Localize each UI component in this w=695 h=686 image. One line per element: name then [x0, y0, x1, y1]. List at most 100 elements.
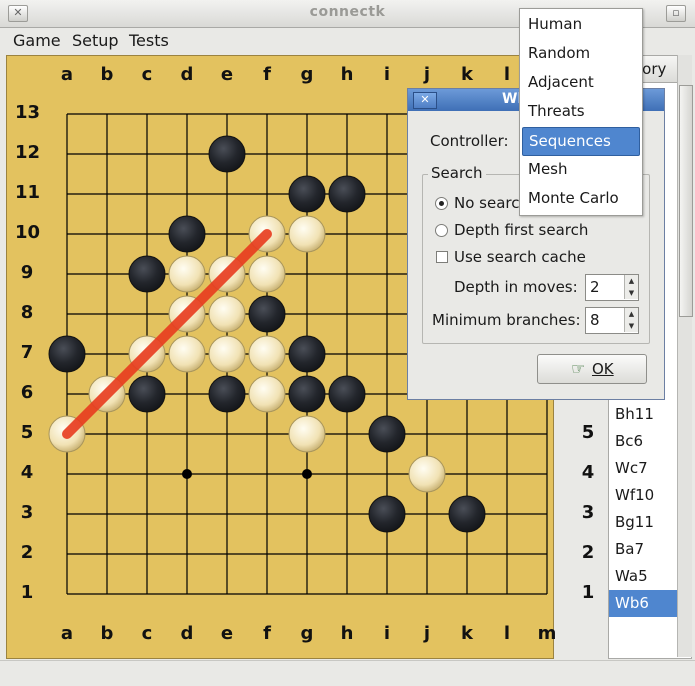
row-label: 9 [20, 262, 34, 283]
white-stone [248, 335, 286, 373]
search-group-title: Search [428, 164, 486, 182]
column-label: g [300, 623, 314, 644]
radio-selected-dot [439, 201, 444, 206]
white-stone [208, 295, 246, 333]
white-stone [168, 335, 206, 373]
controller-option-adjacent[interactable]: Adjacent [522, 69, 640, 96]
white-stone [168, 255, 206, 293]
controller-option-human[interactable]: Human [522, 11, 640, 38]
column-label: m [537, 623, 557, 644]
column-label: f [263, 64, 271, 85]
min-branches-spinner[interactable]: 8 ▲ ▼ [585, 307, 639, 334]
spin-up-icon[interactable]: ▲ [624, 308, 638, 320]
no-search-label[interactable]: No search [454, 194, 529, 212]
star-point [302, 469, 312, 479]
menu-tests[interactable]: Tests [129, 31, 169, 50]
spin-down-icon[interactable]: ▼ [624, 287, 638, 299]
white-stone [288, 415, 326, 453]
white-stone [288, 215, 326, 253]
black-stone [248, 295, 286, 333]
column-label: a [60, 64, 74, 85]
depth-label: Depth in moves: [454, 278, 578, 296]
row-label: 3 [581, 502, 595, 523]
row-label: 8 [20, 302, 34, 323]
controller-option-mesh[interactable]: Mesh [522, 156, 640, 183]
row-label: 1 [20, 582, 34, 603]
depth-first-radio[interactable] [435, 224, 448, 237]
history-move-row[interactable]: Bg11 [609, 509, 685, 536]
history-move-row[interactable]: Wc7 [609, 455, 685, 482]
use-cache-label[interactable]: Use search cache [454, 248, 586, 266]
white-stone [248, 375, 286, 413]
history-move-row[interactable]: Bh11 [609, 401, 685, 428]
window-maximize-button[interactable]: ▫ [666, 5, 686, 22]
column-label: j [423, 623, 431, 644]
black-stone [328, 375, 366, 413]
row-label: 7 [20, 342, 34, 363]
black-stone [208, 135, 246, 173]
black-stone [368, 495, 406, 533]
column-label: d [180, 623, 194, 644]
spin-down-icon[interactable]: ▼ [624, 320, 638, 332]
history-move-row[interactable]: Wf10 [609, 482, 685, 509]
history-move-row[interactable]: Wb6 [609, 590, 685, 617]
column-label: c [141, 64, 153, 85]
row-label: 5 [581, 422, 595, 443]
column-label: c [141, 623, 153, 644]
column-label: b [100, 623, 114, 644]
spin-up-icon[interactable]: ▲ [624, 275, 638, 287]
row-label: 11 [15, 182, 41, 203]
history-scrollbar[interactable] [677, 55, 693, 657]
white-stone [248, 255, 286, 293]
row-label: 3 [20, 502, 34, 523]
row-label: 13 [15, 102, 41, 123]
maximize-icon: ▫ [672, 6, 680, 19]
column-label: f [263, 623, 271, 644]
black-stone [368, 415, 406, 453]
column-label: g [300, 64, 314, 85]
row-label: 12 [15, 142, 41, 163]
column-label: i [383, 64, 391, 85]
ok-button-label: OK [592, 360, 614, 378]
column-label: a [60, 623, 74, 644]
depth-first-label[interactable]: Depth first search [454, 221, 588, 239]
black-stone [448, 495, 486, 533]
column-label: k [461, 623, 473, 644]
row-label: 1 [581, 582, 595, 603]
history-move-row[interactable]: Bc6 [609, 428, 685, 455]
history-move-row[interactable]: Wa5 [609, 563, 685, 590]
row-label: 2 [20, 542, 34, 563]
column-label: i [383, 623, 391, 644]
column-label: l [503, 623, 511, 644]
column-label: d [180, 64, 194, 85]
use-cache-checkbox[interactable] [436, 251, 448, 263]
menu-game[interactable]: Game [13, 31, 61, 50]
row-label: 10 [15, 222, 41, 243]
column-label: h [340, 64, 354, 85]
depth-value: 2 [590, 278, 600, 296]
controller-option-monte-carlo[interactable]: Monte Carlo [522, 185, 640, 212]
depth-spinner[interactable]: 2 ▲ ▼ [585, 274, 639, 301]
row-label: 5 [20, 422, 34, 443]
controller-option-threats[interactable]: Threats [522, 98, 640, 125]
ok-hand-icon: ☞ [571, 359, 586, 378]
ok-button[interactable]: ☞ OK [537, 354, 647, 384]
column-label: k [461, 64, 473, 85]
black-stone [48, 335, 86, 373]
menu-setup[interactable]: Setup [72, 31, 119, 50]
no-search-radio[interactable] [435, 197, 448, 210]
scrollbar-thumb[interactable] [679, 85, 693, 317]
black-stone [288, 175, 326, 213]
black-stone [208, 375, 246, 413]
status-bar [0, 660, 695, 686]
column-label: h [340, 623, 354, 644]
column-label: b [100, 64, 114, 85]
controller-option-random[interactable]: Random [522, 40, 640, 67]
controller-dropdown-list: Human Random Adjacent Threats Sequences Mesh M… [519, 8, 643, 216]
column-label: l [503, 64, 511, 85]
column-label: e [220, 64, 234, 85]
row-label: 4 [581, 462, 595, 483]
history-move-row[interactable]: Ba7 [609, 536, 685, 563]
dialog-close-button[interactable]: ✕ [413, 92, 437, 109]
controller-option-sequences[interactable]: Sequences [522, 127, 640, 156]
